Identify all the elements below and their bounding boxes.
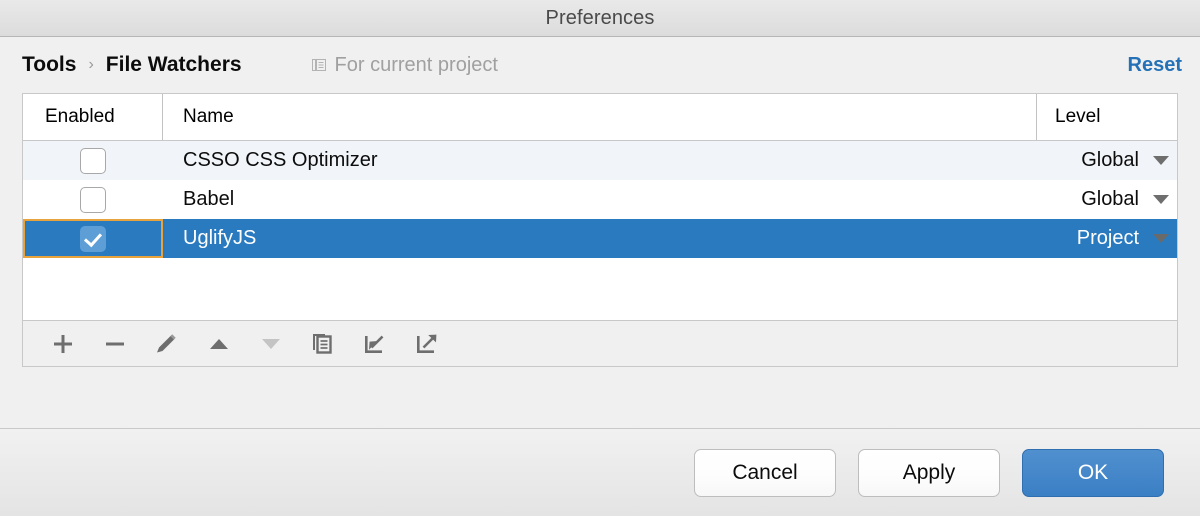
move-down-button (245, 322, 297, 366)
cell-level[interactable]: Global (1037, 149, 1177, 172)
ok-button[interactable]: OK (1022, 448, 1164, 497)
scope-label: For current project (334, 53, 498, 76)
chevron-down-icon[interactable] (1153, 195, 1169, 204)
enabled-checkbox[interactable] (80, 186, 106, 213)
level-value: Global (1081, 188, 1139, 210)
export-arrow-icon (414, 331, 440, 357)
breadcrumb-current: File Watchers (105, 53, 242, 76)
cell-name: Babel (183, 188, 235, 210)
minus-icon (103, 332, 127, 356)
settings-header: Tools › File Watchers For current projec… (0, 37, 1200, 93)
breadcrumb-parent[interactable]: Tools (22, 53, 76, 77)
remove-watcher-button[interactable] (89, 322, 141, 366)
apply-button[interactable]: Apply (858, 448, 1000, 497)
column-header-enabled[interactable]: Enabled (23, 94, 163, 140)
copy-icon (310, 331, 336, 357)
level-value: Global (1081, 149, 1139, 171)
enabled-checkbox[interactable] (80, 147, 106, 174)
cell-name: UglifyJS (183, 227, 257, 249)
table-toolbar (22, 321, 1178, 367)
import-arrow-icon (362, 331, 388, 357)
move-up-button[interactable] (193, 322, 245, 366)
add-watcher-button[interactable] (37, 322, 89, 366)
table-row[interactable]: CSSO CSS Optimizer Global (23, 141, 1177, 180)
window-titlebar: Preferences (0, 0, 1200, 37)
enabled-checkbox[interactable] (80, 225, 106, 252)
table-row[interactable]: UglifyJS Project (23, 219, 1177, 258)
plus-icon (51, 332, 75, 356)
table-header-row: Enabled Name Level (23, 94, 1177, 141)
table-row[interactable]: Babel Global (23, 180, 1177, 219)
cell-enabled[interactable] (23, 180, 163, 219)
cell-enabled[interactable] (23, 141, 163, 180)
pencil-icon (154, 331, 180, 357)
chevron-down-icon[interactable] (1153, 156, 1169, 165)
cancel-button[interactable]: Cancel (694, 448, 836, 497)
file-watchers-table: Enabled Name Level CSSO CSS Optimizer Gl… (22, 93, 1178, 321)
dialog-footer: Cancel Apply OK (0, 428, 1200, 516)
cell-enabled[interactable] (23, 219, 163, 258)
window-title: Preferences (545, 6, 655, 29)
reset-link[interactable]: Reset (1128, 54, 1182, 77)
copy-watcher-button[interactable] (297, 322, 349, 366)
edit-watcher-button[interactable] (141, 322, 193, 366)
arrow-down-icon (259, 332, 283, 356)
arrow-up-icon (207, 332, 231, 356)
import-button[interactable] (349, 322, 401, 366)
export-button[interactable] (401, 322, 453, 366)
column-header-name[interactable]: Name (163, 94, 1037, 140)
level-value: Project (1076, 227, 1139, 249)
preferences-dialog: Preferences Tools › File Watchers For cu… (0, 0, 1200, 516)
cell-level[interactable]: Project (1037, 227, 1177, 250)
breadcrumb-separator-icon: › (88, 56, 94, 73)
module-document-icon (311, 58, 327, 73)
table-body: CSSO CSS Optimizer Global Babel Global U… (23, 141, 1177, 320)
dialog-body: Tools › File Watchers For current projec… (0, 37, 1200, 516)
chevron-down-icon[interactable] (1153, 234, 1169, 243)
cell-level[interactable]: Global (1037, 188, 1177, 211)
cell-name: CSSO CSS Optimizer (183, 149, 378, 171)
scope-indicator: For current project (311, 53, 498, 77)
column-header-level[interactable]: Level (1037, 94, 1177, 140)
